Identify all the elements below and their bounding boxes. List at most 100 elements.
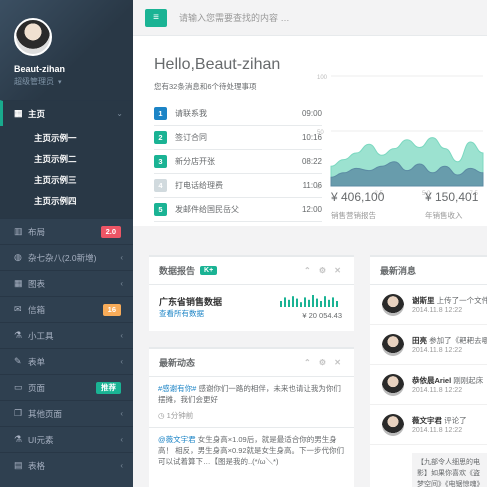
flask-icon: ⚗ bbox=[14, 330, 23, 340]
dynamic-panel-title: 最新动态 bbox=[159, 358, 196, 368]
task-item[interactable]: 2 签订合同 10:16 bbox=[154, 126, 322, 150]
message-time: 2014.11.8 12:22 bbox=[412, 387, 463, 394]
nav-home[interactable]: ▦ 主页 ⌄ bbox=[0, 100, 133, 126]
nav-item-1[interactable]: ◍ 杂七杂八(2.0新增) ‹ bbox=[0, 244, 133, 270]
message-action: 上传了一个文件 bbox=[436, 296, 487, 305]
message-line: 恭依晨Ariel 刚刚起床 bbox=[412, 375, 483, 386]
spark-bar bbox=[332, 297, 334, 307]
nav-sub-item-1[interactable]: 主页示例一 bbox=[0, 128, 133, 149]
avatar[interactable] bbox=[382, 334, 404, 356]
task-item[interactable]: 4 打电话给理费 11:06 bbox=[154, 174, 322, 198]
stat-revenue-value: ¥ 150,401 bbox=[425, 190, 479, 204]
task-number: 2 bbox=[154, 131, 167, 144]
message-time: 2014.11.8 12:22 bbox=[412, 427, 463, 434]
caret-down-icon: ▾ bbox=[56, 79, 62, 86]
nav-item-7[interactable]: ❐ 其他页面 ‹ bbox=[0, 400, 133, 426]
nav-sub-item-4[interactable]: 主页示例四 bbox=[0, 191, 133, 212]
message-author[interactable]: 薇文宇君 bbox=[412, 416, 442, 425]
report-link[interactable]: 查看所有数据 bbox=[159, 308, 204, 319]
task-text: 签订合同 bbox=[175, 133, 207, 142]
avatar[interactable] bbox=[382, 414, 404, 436]
avatar[interactable] bbox=[382, 374, 404, 396]
stat-revenue: ¥ 150,401 年销售收入 bbox=[425, 190, 478, 221]
menu-toggle-button[interactable]: ≡ bbox=[145, 8, 167, 27]
task-item[interactable]: 3 新分店开张 08:22 bbox=[154, 150, 322, 174]
stat-revenue-label: 年销售收入 bbox=[425, 211, 463, 220]
nav-item-6[interactable]: ▭ 页面 推荐 bbox=[0, 374, 133, 400]
spark-bar bbox=[324, 296, 326, 307]
task-list: 1 请联系我 09:00 2 签订合同 10:16 3 新分店开张 08:22 4 打电话给理费 11… bbox=[154, 102, 322, 222]
task-text: 发邮件给国民岳父 bbox=[175, 205, 239, 214]
spark-bar bbox=[292, 296, 294, 307]
message-author[interactable]: 谢斯里 bbox=[412, 296, 435, 305]
nav-item-label: UI元素 bbox=[28, 434, 54, 445]
nav-item-8[interactable]: ⚗ UI元素 ‹ bbox=[0, 426, 133, 452]
profile-role-dropdown[interactable]: 超级管理员 ▾ bbox=[14, 76, 133, 87]
bar-chart-icon: ▦ bbox=[14, 278, 23, 288]
panel-tools[interactable]: ⌃ ⚙ ✕ bbox=[304, 266, 344, 275]
nav-sub-item-2[interactable]: 主页示例二 bbox=[0, 149, 133, 170]
spark-bar bbox=[320, 301, 322, 307]
search-input[interactable] bbox=[179, 12, 459, 23]
task-item[interactable]: 5 发邮件给国民岳父 12:00 bbox=[154, 198, 322, 222]
news-panel-title: 最新消息 bbox=[380, 266, 417, 276]
chevron-left-icon: ‹ bbox=[120, 331, 123, 340]
report-panel-header: 数据报告 K+ ⌃ ⚙ ✕ bbox=[149, 257, 354, 285]
report-name: 广东省销售数据 bbox=[159, 297, 223, 307]
message-action: 评论了 bbox=[444, 416, 467, 425]
avatar[interactable] bbox=[382, 294, 404, 316]
message-item[interactable]: 田亮 参加了《耙耙去哪》2014.11.8 12:22 bbox=[370, 325, 487, 365]
message-author[interactable]: 恭依晨Ariel bbox=[412, 376, 451, 385]
columns-icon: ▥ bbox=[14, 226, 23, 236]
nav-item-4[interactable]: ⚗ 小工具 ‹ bbox=[0, 322, 133, 348]
nav-sub-item-3[interactable]: 主页示例三 bbox=[0, 170, 133, 191]
task-text: 新分店开张 bbox=[175, 157, 215, 166]
desktop-icon: ▭ bbox=[14, 382, 23, 392]
nav-item-0[interactable]: ▥ 布局 2.0 bbox=[0, 218, 133, 244]
topbar: ≡ bbox=[133, 0, 487, 36]
profile-name[interactable]: Beaut-zihan bbox=[14, 64, 133, 74]
sidebar: Beaut-zihan 超级管理员 ▾ ▦ 主页 ⌄ 主页示例一 主页示例二 主… bbox=[0, 0, 133, 487]
feed-time-text: 1分钟前 bbox=[166, 411, 194, 420]
spark-bar bbox=[308, 299, 310, 307]
y-tick-label: 100 bbox=[317, 75, 328, 81]
nav-item-label: 小工具 bbox=[28, 330, 54, 341]
task-item[interactable]: 1 请联系我 09:00 bbox=[154, 102, 322, 126]
feed-tag[interactable]: #感谢有你# bbox=[158, 384, 196, 393]
stat-sales-value: ¥ 406,100 bbox=[331, 190, 385, 204]
chevron-left-icon: ‹ bbox=[120, 461, 123, 470]
sparkline-bars bbox=[280, 295, 338, 307]
news-panel: 最新消息 谢斯里 上传了一个文件 2014.11.8 12:22 田亮 参加了《耙耙… bbox=[370, 255, 487, 487]
nav-home-sublist: 主页示例一 主页示例二 主页示例三 主页示例四 bbox=[0, 126, 133, 218]
spark-bar bbox=[336, 301, 338, 307]
feed-tag[interactable]: @薇文宇君 bbox=[158, 435, 196, 444]
nav-item-label: 杂七杂八(2.0新增) bbox=[28, 252, 97, 263]
nav-item-2[interactable]: ▦ 图表 ‹ bbox=[0, 270, 133, 296]
nav-item-5[interactable]: ✎ 表单 ‹ bbox=[0, 348, 133, 374]
profile-role: 超级管理员 bbox=[14, 77, 54, 86]
welcome-subtitle: 您有32条消息和6个待处理事项 bbox=[154, 82, 257, 91]
panel-tools[interactable]: ⌃ ⚙ ✕ bbox=[304, 358, 344, 367]
message-author[interactable]: 田亮 bbox=[412, 336, 427, 345]
message-item[interactable]: 谢斯里 上传了一个文件 2014.11.8 12:22 bbox=[370, 285, 487, 325]
feed-item: #感谢有你# 感谢你们一路的相伴，未来也请让我为你们摆摊，我们会更好 ◷ 1分钟… bbox=[149, 377, 354, 428]
spark-bar bbox=[304, 297, 306, 307]
task-number: 5 bbox=[154, 203, 167, 216]
message-item[interactable]: 恭依晨Ariel 刚刚起床 2014.11.8 12:22 bbox=[370, 365, 487, 405]
message-action: 刚刚起床 bbox=[453, 376, 484, 385]
table-icon: ▤ bbox=[14, 460, 23, 470]
home-icon: ▦ bbox=[14, 108, 23, 118]
message-action: 参加了《耙耙去哪》 bbox=[429, 336, 487, 345]
dynamic-panel-header: 最新动态 ⌃ ⚙ ✕ bbox=[149, 349, 354, 377]
message-time: 2014.11.8 12:22 bbox=[412, 307, 463, 314]
welcome-panel: Hello,Beaut-zihan 您有32条消息和6个待处理事项 1 请联系我 0… bbox=[133, 36, 487, 226]
y-tick-label: 50 bbox=[317, 130, 324, 136]
nav-item-label: 图表 bbox=[28, 278, 46, 289]
nav-item-3[interactable]: ✉ 信箱 16 bbox=[0, 296, 133, 322]
avatar[interactable] bbox=[14, 18, 52, 56]
spark-bar bbox=[280, 301, 282, 307]
report-badge: K+ bbox=[200, 266, 218, 275]
spark-bar bbox=[328, 299, 330, 307]
message-item[interactable]: 薇文宇君 评论了 2014.11.8 12:22 bbox=[370, 405, 487, 445]
nav-item-9[interactable]: ▤ 表格 ‹ bbox=[0, 452, 133, 478]
